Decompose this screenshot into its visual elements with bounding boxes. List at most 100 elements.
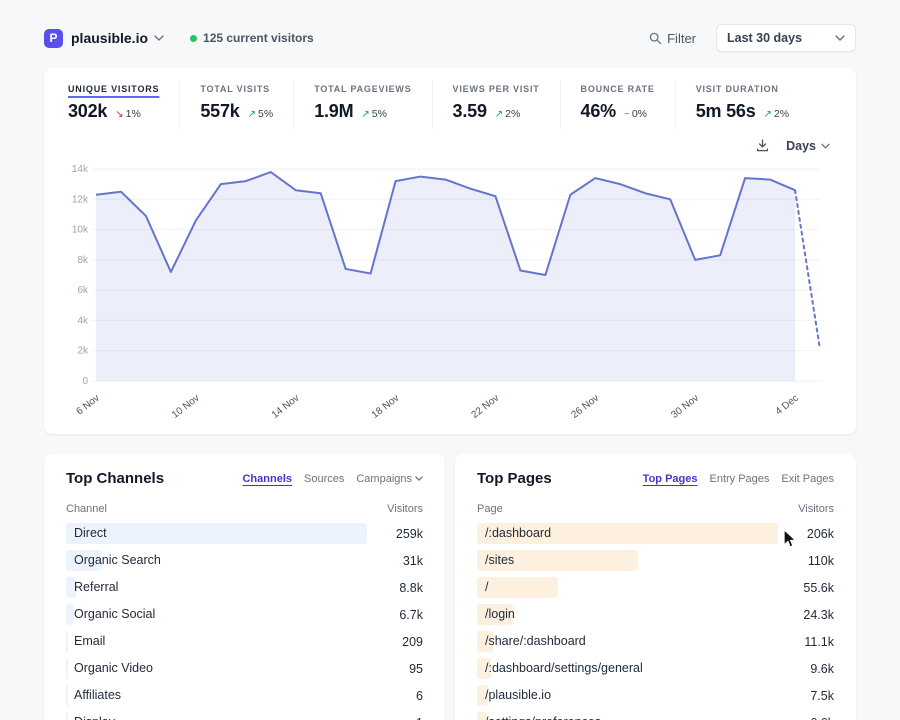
interval-dropdown[interactable]: Days [786,139,830,153]
trend-arrow-icon: ↗ [361,109,369,120]
table-row[interactable]: Organic Social6.7k [66,604,423,625]
table-row[interactable]: /sites 110k [477,550,834,571]
row-label[interactable]: Direct [66,526,107,540]
tab-channels[interactable]: Channels [242,473,292,485]
table-row[interactable]: /share/:dashboard 11.1k [477,631,834,652]
stat-value: 46% [581,101,616,122]
row-value: 6 [367,689,423,703]
card-title: Top Channels [66,470,164,487]
site-picker[interactable]: P plausible.io [44,29,164,48]
row-label[interactable]: /login [477,607,515,621]
card-title: Top Pages [477,470,552,487]
row-label[interactable]: /sites [477,553,514,567]
row-label[interactable]: Email [66,634,105,648]
stat-value: 302k [68,101,107,122]
stat-views-per-visit[interactable]: VIEWS PER VISIT 3.59 ↗2% [432,80,560,130]
tab-sources[interactable]: Sources [304,473,344,485]
y-axis-label: 14k [72,164,89,175]
row-value: 55.6k [778,581,834,595]
row-label[interactable]: /settings/preferences [477,715,601,720]
date-range-value: Last 30 days [727,31,802,45]
row-value: 24.3k [778,608,834,622]
chart-controls: Days [64,130,836,155]
row-value: 11.1k [778,635,834,649]
stat-change: 2% [774,108,789,120]
row-label[interactable]: Organic Social [66,607,155,621]
column-page: Page [477,503,503,515]
stat-value: 3.59 [453,101,487,122]
top-bar: P plausible.io 125 current visitors Filt… [0,0,900,68]
row-label[interactable]: / [477,580,488,594]
stat-label: UNIQUE VISITORS [68,84,159,94]
main-analytics-card: UNIQUE VISITORS 302k ↘1% TOTAL VISITS 55… [44,68,856,434]
trend-arrow-icon: ↗ [495,109,503,120]
tab-entry-pages[interactable]: Entry Pages [709,473,769,485]
row-label[interactable]: /:dashboard [477,526,551,540]
row-value: 8.8k [367,581,423,595]
filter-button[interactable]: Filter [649,31,696,46]
pages-tabs: Top Pages Entry Pages Exit Pages [643,473,834,485]
y-axis-label: 8k [77,255,89,266]
site-name: plausible.io [71,30,148,46]
y-axis-label: 4k [77,315,89,326]
column-channel: Channel [66,503,107,515]
chart-line-incomplete [795,190,820,349]
table-row[interactable]: Referral 8.8k [66,577,423,598]
filter-label: Filter [667,31,696,46]
row-label[interactable]: Affiliates [66,688,121,702]
stat-label: TOTAL VISITS [200,84,273,94]
chevron-down-icon [821,143,830,149]
download-icon [755,138,770,153]
trend-arrow-icon: ↘ [115,109,123,120]
stat-total-visits[interactable]: TOTAL VISITS 557k ↗5% [179,80,293,130]
table-row[interactable]: Display1 [66,712,423,720]
stat-label: VISIT DURATION [696,84,789,94]
download-export-button[interactable] [755,138,770,153]
table-row[interactable]: /plausible.io 7.5k [477,685,834,706]
row-label[interactable]: Referral [66,580,118,594]
tab-top-pages[interactable]: Top Pages [643,473,698,485]
table-row[interactable]: / 55.6k [477,577,834,598]
y-axis-label: 0 [82,376,88,387]
table-row[interactable]: Email209 [66,631,423,652]
row-value: 206k [778,527,834,541]
date-range-picker[interactable]: Last 30 days [716,24,856,52]
row-label[interactable]: /share/:dashboard [477,634,586,648]
stat-unique-visitors[interactable]: UNIQUE VISITORS 302k ↘1% [64,80,179,130]
table-row[interactable]: Direct259k [66,523,423,544]
table-row[interactable]: /settings/preferences6.6k [477,712,834,720]
stat-visit-duration[interactable]: VISIT DURATION 5m 56s ↗2% [675,80,809,130]
row-label[interactable]: Organic Video [66,661,153,675]
pages-list: /:dashboard 206k/sites 110k / 55.6k/login 24.… [477,523,834,720]
x-axis-label: 22 Nov [470,393,502,421]
row-value: 7.5k [778,689,834,703]
current-visitors: 125 current visitors [190,31,314,45]
tab-campaigns[interactable]: Campaigns [356,473,423,485]
stat-change: 5% [258,108,273,120]
x-axis-label: 26 Nov [569,393,601,421]
table-row[interactable]: /:dashboard 206k [477,523,834,544]
current-visitors-label: 125 current visitors [203,31,314,45]
live-dot-icon [190,35,197,42]
search-icon [649,32,662,45]
table-row[interactable]: /login 24.3k [477,604,834,625]
row-label[interactable]: /plausible.io [477,688,551,702]
stat-bounce-rate[interactable]: BOUNCE RATE 46% ~0% [560,80,675,130]
tab-exit-pages[interactable]: Exit Pages [781,473,834,485]
stat-total-pageviews[interactable]: TOTAL PAGEVIEWS 1.9M ↗5% [293,80,431,130]
row-label[interactable]: Display [66,715,115,720]
row-label[interactable]: /:dashboard/settings/general [477,661,643,675]
channels-tabs: Channels Sources Campaigns [242,473,423,485]
visitors-chart[interactable]: 02k4k6k8k10k12k14k6 Nov10 Nov14 Nov18 No… [64,157,830,425]
tab-campaigns-label: Campaigns [356,473,412,485]
table-row[interactable]: Affiliates 6 [66,685,423,706]
row-value: 110k [778,554,834,568]
table-header: Page Visitors [477,503,834,515]
interval-label: Days [786,139,816,153]
table-row[interactable]: Organic Search31k [66,550,423,571]
row-label[interactable]: Organic Search [66,553,161,567]
table-row[interactable]: /:dashboard/settings/general9.6k [477,658,834,679]
stat-label: BOUNCE RATE [581,84,655,94]
chart-area-fill [96,172,795,381]
table-row[interactable]: Organic Video95 [66,658,423,679]
